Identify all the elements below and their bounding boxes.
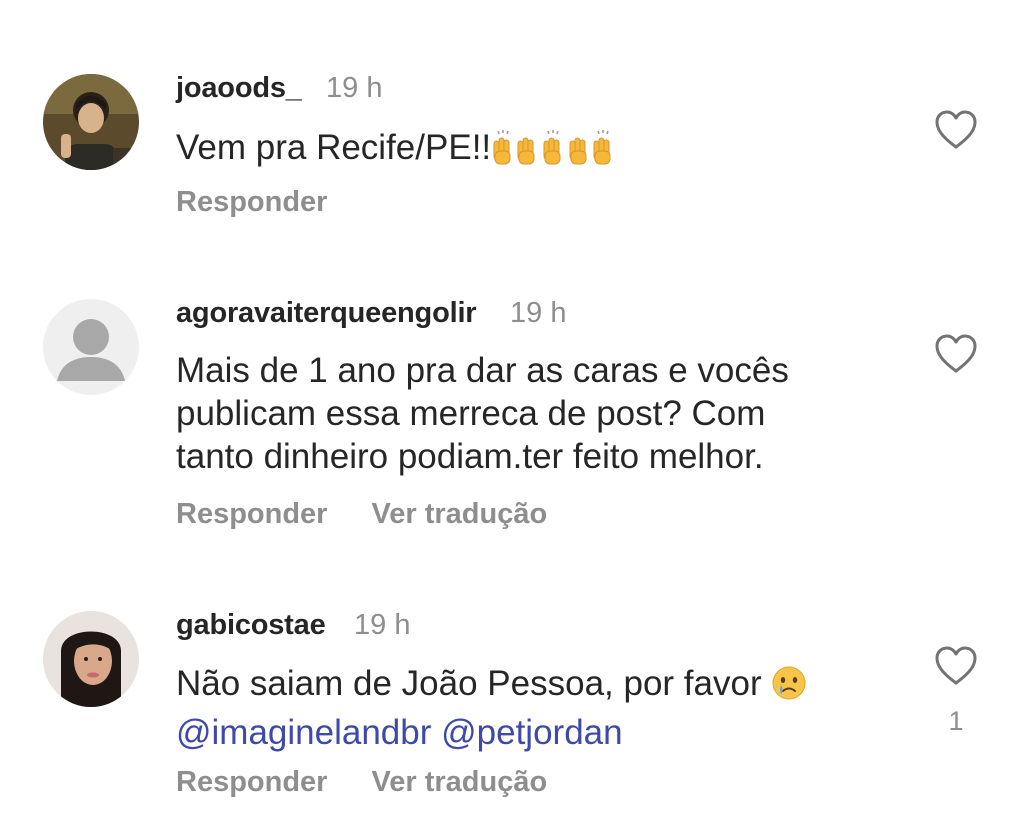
comment-actions: Responder bbox=[176, 186, 327, 219]
comment-username[interactable]: joaoods_ bbox=[176, 72, 302, 105]
comment-timestamp: 19 h bbox=[354, 609, 411, 641]
like-button[interactable] bbox=[935, 646, 977, 686]
comment-body: Vem pra Recife/PE!! bbox=[176, 128, 492, 167]
mention-link[interactable]: @imaginelandbr bbox=[176, 713, 431, 752]
comment-username[interactable]: gabicostae bbox=[176, 609, 326, 642]
comment-timestamp: 19 h bbox=[326, 72, 383, 104]
default-user-avatar-icon bbox=[43, 299, 139, 395]
heart-outline-icon bbox=[935, 646, 977, 685]
crying-face-emoji-icon bbox=[771, 665, 807, 711]
comment-text: Não saiam de João Pessoa, por favor @ima… bbox=[176, 662, 876, 754]
comment-body: Não saiam de João Pessoa, por favor bbox=[176, 664, 772, 703]
like-button[interactable] bbox=[935, 334, 977, 374]
avatar[interactable] bbox=[43, 611, 139, 707]
user-photo-avatar bbox=[43, 611, 139, 707]
comment-text: Vem pra Recife/PE!! bbox=[176, 126, 876, 175]
comment-username[interactable]: agoravaiterqueengolir bbox=[176, 297, 477, 330]
avatar[interactable] bbox=[43, 74, 139, 170]
avatar[interactable] bbox=[43, 299, 139, 395]
user-photo-avatar bbox=[43, 74, 139, 170]
heart-outline-icon bbox=[935, 334, 977, 373]
heart-outline-icon bbox=[935, 110, 977, 149]
mention-link[interactable]: @petjordan bbox=[441, 713, 622, 752]
like-button[interactable] bbox=[935, 110, 977, 150]
comment-timestamp: 19 h bbox=[510, 297, 567, 329]
comment-text: Mais de 1 ano pra dar as caras e vocês p… bbox=[176, 351, 789, 476]
reply-button[interactable]: Responder bbox=[176, 186, 327, 219]
translate-button[interactable]: Ver tradução bbox=[371, 766, 547, 799]
comment-actions: Responder Ver tradução bbox=[176, 766, 547, 799]
raising-hands-emoji-icon bbox=[491, 129, 619, 175]
reply-button[interactable]: Responder bbox=[176, 498, 327, 531]
reply-button[interactable]: Responder bbox=[176, 766, 327, 799]
translate-button[interactable]: Ver tradução bbox=[371, 498, 547, 531]
like-count: 1 bbox=[948, 706, 964, 736]
comment-actions: Responder Ver tradução bbox=[176, 498, 547, 531]
